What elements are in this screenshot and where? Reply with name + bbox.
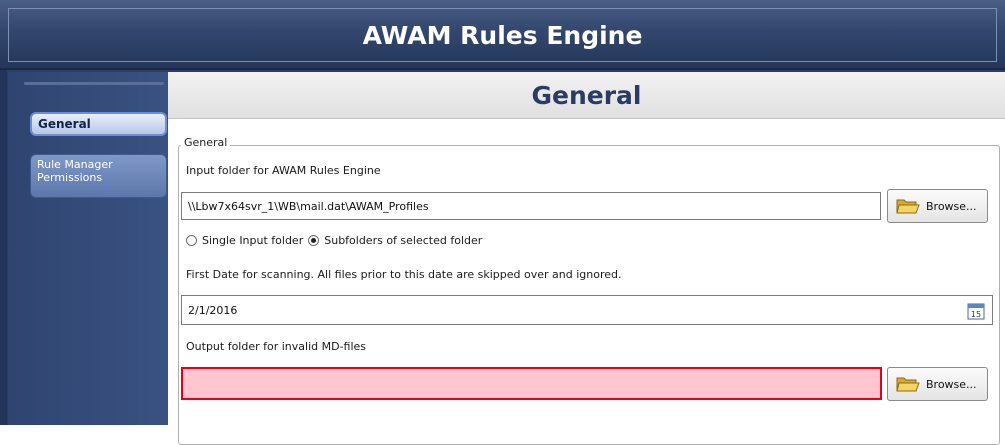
radio-subfolders[interactable] xyxy=(308,234,320,246)
radio-label: Single Input folder xyxy=(202,233,304,247)
groupbox-legend: General xyxy=(181,136,231,149)
browse-label: Browse... xyxy=(926,199,977,213)
input-browse-button[interactable]: Browse... xyxy=(887,189,988,223)
output-browse-button[interactable]: Browse... xyxy=(887,367,988,401)
title-frame: AWAM Rules Engine xyxy=(8,8,997,62)
page-title: General xyxy=(531,80,642,110)
sidebar-item-label: General xyxy=(38,117,91,131)
calendar-icon[interactable]: 15 xyxy=(967,302,985,320)
title-bar: AWAM Rules Engine xyxy=(0,0,1005,70)
app-window: AWAM Rules Engine General Rule Manager P… xyxy=(0,0,1005,445)
left-border xyxy=(0,70,7,425)
content-header: General xyxy=(168,72,1005,119)
sidebar-item-label: Rule Manager Permissions xyxy=(37,158,113,184)
input-folder-field[interactable]: \\Lbw7x64svr_1\WB\mail.dat\AWAM_Profiles xyxy=(181,192,881,220)
folder-icon xyxy=(896,199,920,214)
radio-label: Subfolders of selected folder xyxy=(324,233,483,247)
app-title: AWAM Rules Engine xyxy=(362,20,643,50)
first-date-label: First Date for scanning. All files prior… xyxy=(186,268,622,281)
folder-icon xyxy=(896,377,920,392)
sidebar-item-rule-manager-permissions[interactable]: Rule Manager Permissions xyxy=(30,154,167,198)
radio-single-input-folder[interactable] xyxy=(186,234,197,246)
output-folder-label: Output folder for invalid MD-files xyxy=(186,340,367,353)
first-date-field[interactable]: 2/1/2016 15 xyxy=(181,295,993,325)
sidebar: General Rule Manager Permissions xyxy=(8,72,169,425)
svg-text:15: 15 xyxy=(971,310,981,319)
sidebar-divider xyxy=(24,82,164,85)
sidebar-item-general[interactable]: General xyxy=(30,112,167,136)
radio-group: Single Input folder Subfolders of select… xyxy=(186,232,487,248)
input-folder-label: Input folder for AWAM Rules Engine xyxy=(186,164,381,177)
main-content: General General Input folder for AWAM Ru… xyxy=(168,72,1005,445)
browse-label: Browse... xyxy=(926,377,977,391)
output-folder-field[interactable] xyxy=(181,367,882,400)
first-date-value: 2/1/2016 xyxy=(188,303,238,317)
